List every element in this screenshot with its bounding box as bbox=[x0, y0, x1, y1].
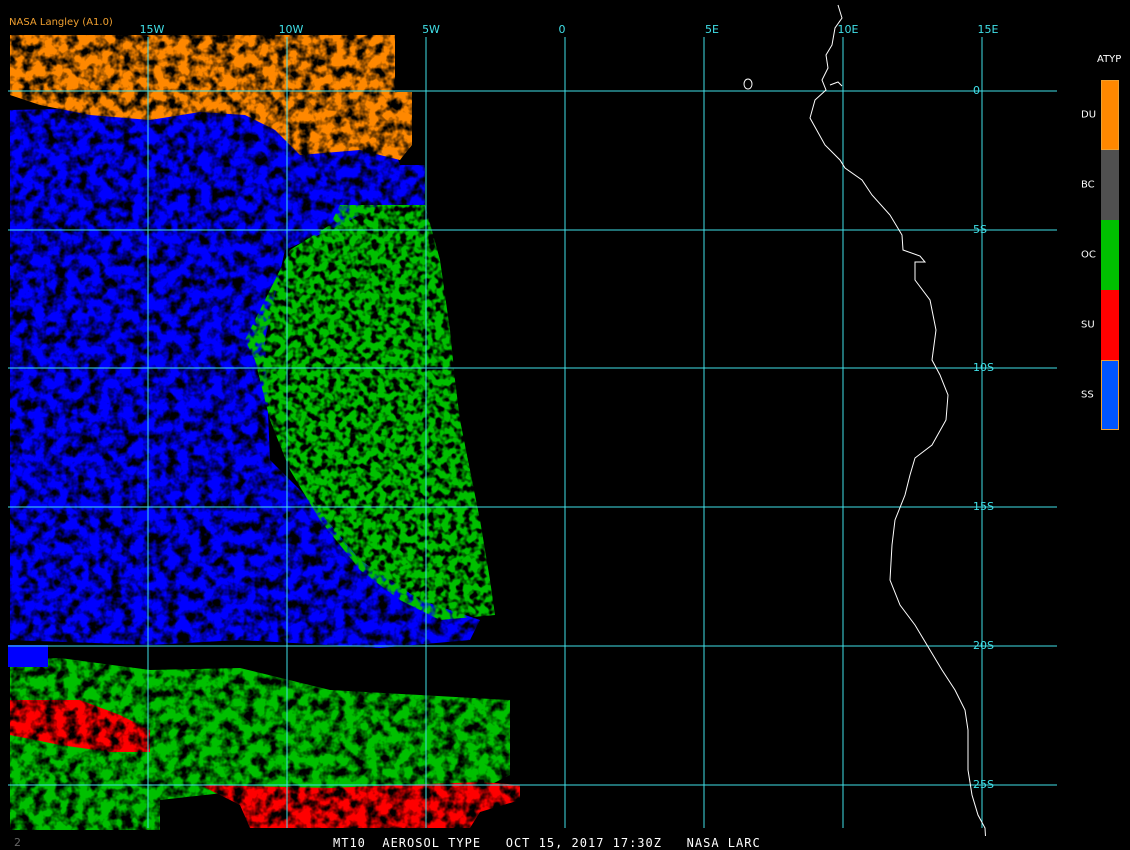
lat-label-10s: 10S bbox=[973, 361, 994, 374]
aerosol-data-layer bbox=[8, 35, 520, 830]
lat-label-5s: 5S bbox=[973, 223, 987, 236]
lat-label-0: 0 bbox=[973, 84, 980, 97]
legend-swatch-oc bbox=[1101, 220, 1119, 290]
legend-title: ATYP bbox=[1097, 54, 1122, 65]
credit-label: NASA Langley (A1.0) bbox=[9, 17, 113, 28]
lat-label-25s: 25S bbox=[973, 778, 994, 791]
island-bioko bbox=[743, 78, 753, 90]
lon-label-15e: 15E bbox=[977, 23, 999, 36]
lon-label-5w: 5W bbox=[422, 23, 440, 36]
lat-label-15s: 15S bbox=[973, 500, 994, 513]
legend-swatch-du bbox=[1101, 80, 1119, 150]
aerosol-map-canvas bbox=[8, 4, 1057, 846]
legend-swatch-ss bbox=[1101, 360, 1119, 430]
legend-label-ss: SS bbox=[1081, 389, 1094, 401]
status-text: MT10 AEROSOL TYPE OCT 15, 2017 17:30Z NA… bbox=[333, 836, 761, 850]
legend-swatch-bc bbox=[1101, 150, 1119, 220]
coastline-gulf bbox=[829, 81, 843, 87]
coastline-africa bbox=[809, 4, 987, 846]
lon-label-5e: 5E bbox=[705, 23, 719, 36]
coastline bbox=[743, 4, 987, 846]
aerosol-type-legend: ATYP DU BC OC SU SS bbox=[1070, 50, 1130, 450]
region-sea-salt-edge bbox=[8, 645, 48, 667]
lon-label-0: 0 bbox=[558, 23, 566, 36]
frame-number: 2 bbox=[14, 836, 21, 849]
lon-label-15w: 15W bbox=[139, 23, 165, 36]
legend-label-su: SU bbox=[1081, 319, 1095, 331]
lat-label-20s: 20S bbox=[973, 639, 994, 652]
lon-label-10w: 10W bbox=[278, 23, 304, 36]
legend-label-oc: OC bbox=[1081, 249, 1096, 261]
lon-label-10e: 10E bbox=[837, 23, 859, 36]
legend-swatch-su bbox=[1101, 290, 1119, 360]
legend-label-bc: BC bbox=[1081, 179, 1095, 191]
satellite-map: NASA Langley (A1.0) 15W 10W 5W 0 5E 10E … bbox=[0, 0, 1130, 850]
legend-label-du: DU bbox=[1081, 109, 1097, 121]
status-bar: MT10 AEROSOL TYPE OCT 15, 2017 17:30Z NA… bbox=[0, 836, 1130, 850]
region-sulfate-south bbox=[200, 782, 520, 828]
